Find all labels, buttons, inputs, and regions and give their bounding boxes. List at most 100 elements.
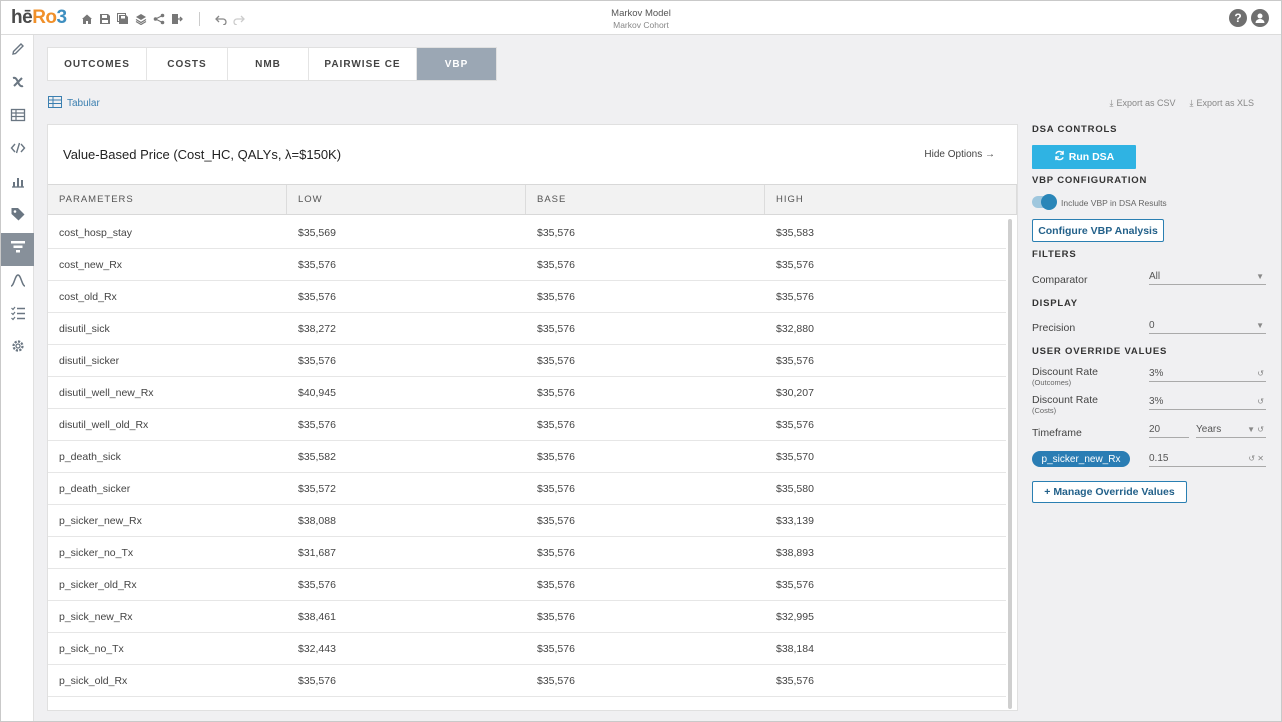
table-row[interactable]: cost_hosp_stay $35,569 $35,576 $35,583 [48,217,1006,249]
low-cell: $35,576 [298,418,336,431]
table-row[interactable]: p_sicker_no_Tx $31,687 $35,576 $38,893 [48,537,1006,569]
table-row[interactable]: cost_new_Rx $35,576 $35,576 $35,576 [48,249,1006,281]
nav-charts[interactable] [1,167,34,200]
table-row[interactable]: cost_old_Rx $35,576 $35,576 $35,576 [48,281,1006,313]
hide-options-link[interactable]: Hide Options → [924,149,995,160]
base-cell: $35,576 [537,482,575,495]
col-high[interactable]: HIGH [765,185,1017,214]
export-xls-link[interactable]: ⤓ Export as XLS [1189,98,1254,109]
high-cell: $38,893 [776,546,814,559]
tab-outcomes[interactable]: OUTCOMES [48,48,147,80]
layers-icon[interactable] [133,11,148,26]
discount-outcomes-label: Discount Rate [1032,366,1098,378]
low-cell: $35,576 [298,290,336,303]
reset-icon[interactable]: ↺ [1257,397,1264,406]
table-header: PARAMETERS LOW BASE HIGH [48,184,1017,215]
high-cell: $32,995 [776,610,814,623]
base-cell: $35,576 [537,514,575,527]
export-icon[interactable] [169,11,184,26]
nav-settings[interactable] [1,332,34,365]
low-cell: $38,461 [298,610,336,623]
download-icon: ⤓ [1109,98,1114,108]
low-cell: $35,576 [298,674,336,687]
vbp-table-card: Value-Based Price (Cost_HC, QALYs, λ=$15… [47,124,1018,711]
base-cell: $35,576 [537,578,575,591]
comparator-label: Comparator [1032,274,1088,286]
col-parameters[interactable]: PARAMETERS [48,185,287,214]
tab-costs[interactable]: COSTS [147,48,228,80]
override-param-chip[interactable]: p_sicker_new_Rx [1032,451,1130,467]
help-button[interactable]: ? [1229,9,1247,27]
table-scrollbar[interactable] [1008,219,1012,709]
reset-icon[interactable]: ↺ ✕ [1248,454,1264,463]
redo-icon[interactable] [231,11,246,26]
home-icon[interactable] [79,11,94,26]
high-cell: $35,576 [776,418,814,431]
tab-pairwise-ce[interactable]: PAIRWISE CE [309,48,417,80]
comparator-select[interactable]: All ▼ [1149,268,1266,285]
base-cell: $35,576 [537,674,575,687]
nav-code[interactable] [1,134,34,167]
table-row[interactable]: p_death_sicker $35,572 $35,576 $35,580 [48,473,1006,505]
curve-icon [10,272,26,293]
discount-outcomes-input[interactable]: 3% ↺ [1149,365,1266,382]
nav-variables[interactable] [1,68,34,101]
chevron-down-icon: ▼ ↺ [1247,424,1264,434]
base-cell: $35,576 [537,610,575,623]
nav-checklist[interactable] [1,299,34,332]
table-row[interactable]: p_sicker_old_Rx $35,576 $35,576 $35,576 [48,569,1006,601]
configure-vbp-button[interactable]: Configure VBP Analysis [1032,219,1164,242]
param-cell: disutil_sick [59,322,110,335]
app-logo[interactable]: hēRo3 [11,7,67,29]
override-param-input[interactable]: 0.15 ↺ ✕ [1149,450,1266,467]
col-base[interactable]: BASE [526,185,765,214]
table-row[interactable]: disutil_sick $38,272 $35,576 $32,880 [48,313,1006,345]
discount-costs-label: Discount Rate [1032,394,1098,406]
undo-icon[interactable] [213,11,228,26]
high-cell: $35,580 [776,482,814,495]
timeframe-input[interactable]: 20 [1149,421,1189,438]
checklist-icon [10,305,26,326]
discount-costs-input[interactable]: 3% ↺ [1149,393,1266,410]
table-row[interactable]: disutil_well_old_Rx $35,576 $35,576 $35,576 [48,409,1006,441]
table-row[interactable]: p_sick_new_Rx $38,461 $35,576 $32,995 [48,601,1006,633]
table-row[interactable]: p_sicker_new_Rx $38,088 $35,576 $33,139 [48,505,1006,537]
export-csv-link[interactable]: ⤓ Export as CSV [1109,98,1175,109]
table-row[interactable]: disutil_well_new_Rx $40,945 $35,576 $30,207 [48,377,1006,409]
manage-override-button[interactable]: + Manage Override Values [1032,481,1187,503]
reset-icon[interactable]: ↺ [1257,369,1264,378]
table-row[interactable]: p_sick_old_Rx $35,576 $35,576 $35,576 [48,665,1006,697]
nav-dsa[interactable] [1,233,34,266]
table-row[interactable]: p_sick_no_Tx $32,443 $35,576 $38,184 [48,633,1006,665]
nav-distributions[interactable] [1,266,34,299]
table-row[interactable]: p_death_sick $35,582 $35,576 $35,570 [48,441,1006,473]
low-cell: $35,576 [298,578,336,591]
tabular-view-toggle[interactable]: Tabular [48,96,100,111]
tab-nmb[interactable]: NMB [228,48,309,80]
table-row[interactable]: disutil_sicker $35,576 $35,576 $35,576 [48,345,1006,377]
table-icon [48,96,62,111]
precision-select[interactable]: 0 ▼ [1149,317,1266,334]
col-low[interactable]: LOW [287,185,526,214]
tag-icon [10,206,26,227]
low-cell: $35,582 [298,450,336,463]
timeframe-unit-select[interactable]: Years ▼ ↺ [1196,421,1266,438]
base-cell: $35,576 [537,418,575,431]
nav-edit[interactable] [1,35,34,68]
user-override-heading: USER OVERRIDE VALUES [1032,346,1168,357]
account-icon[interactable] [1251,9,1269,27]
download-icon: ⤓ [1189,98,1194,108]
low-cell: $38,088 [298,514,336,527]
share-icon[interactable] [151,11,166,26]
tab-vbp[interactable]: VBP [417,48,496,80]
low-cell: $35,572 [298,482,336,495]
param-cell: cost_hosp_stay [59,226,132,239]
base-cell: $35,576 [537,354,575,367]
nav-tags[interactable] [1,200,34,233]
run-dsa-button[interactable]: Run DSA [1032,145,1136,169]
save-as-icon[interactable] [115,11,130,26]
include-vbp-toggle[interactable] [1032,194,1057,210]
base-cell: $35,576 [537,290,575,303]
nav-tables[interactable] [1,101,34,134]
save-icon[interactable] [97,11,112,26]
